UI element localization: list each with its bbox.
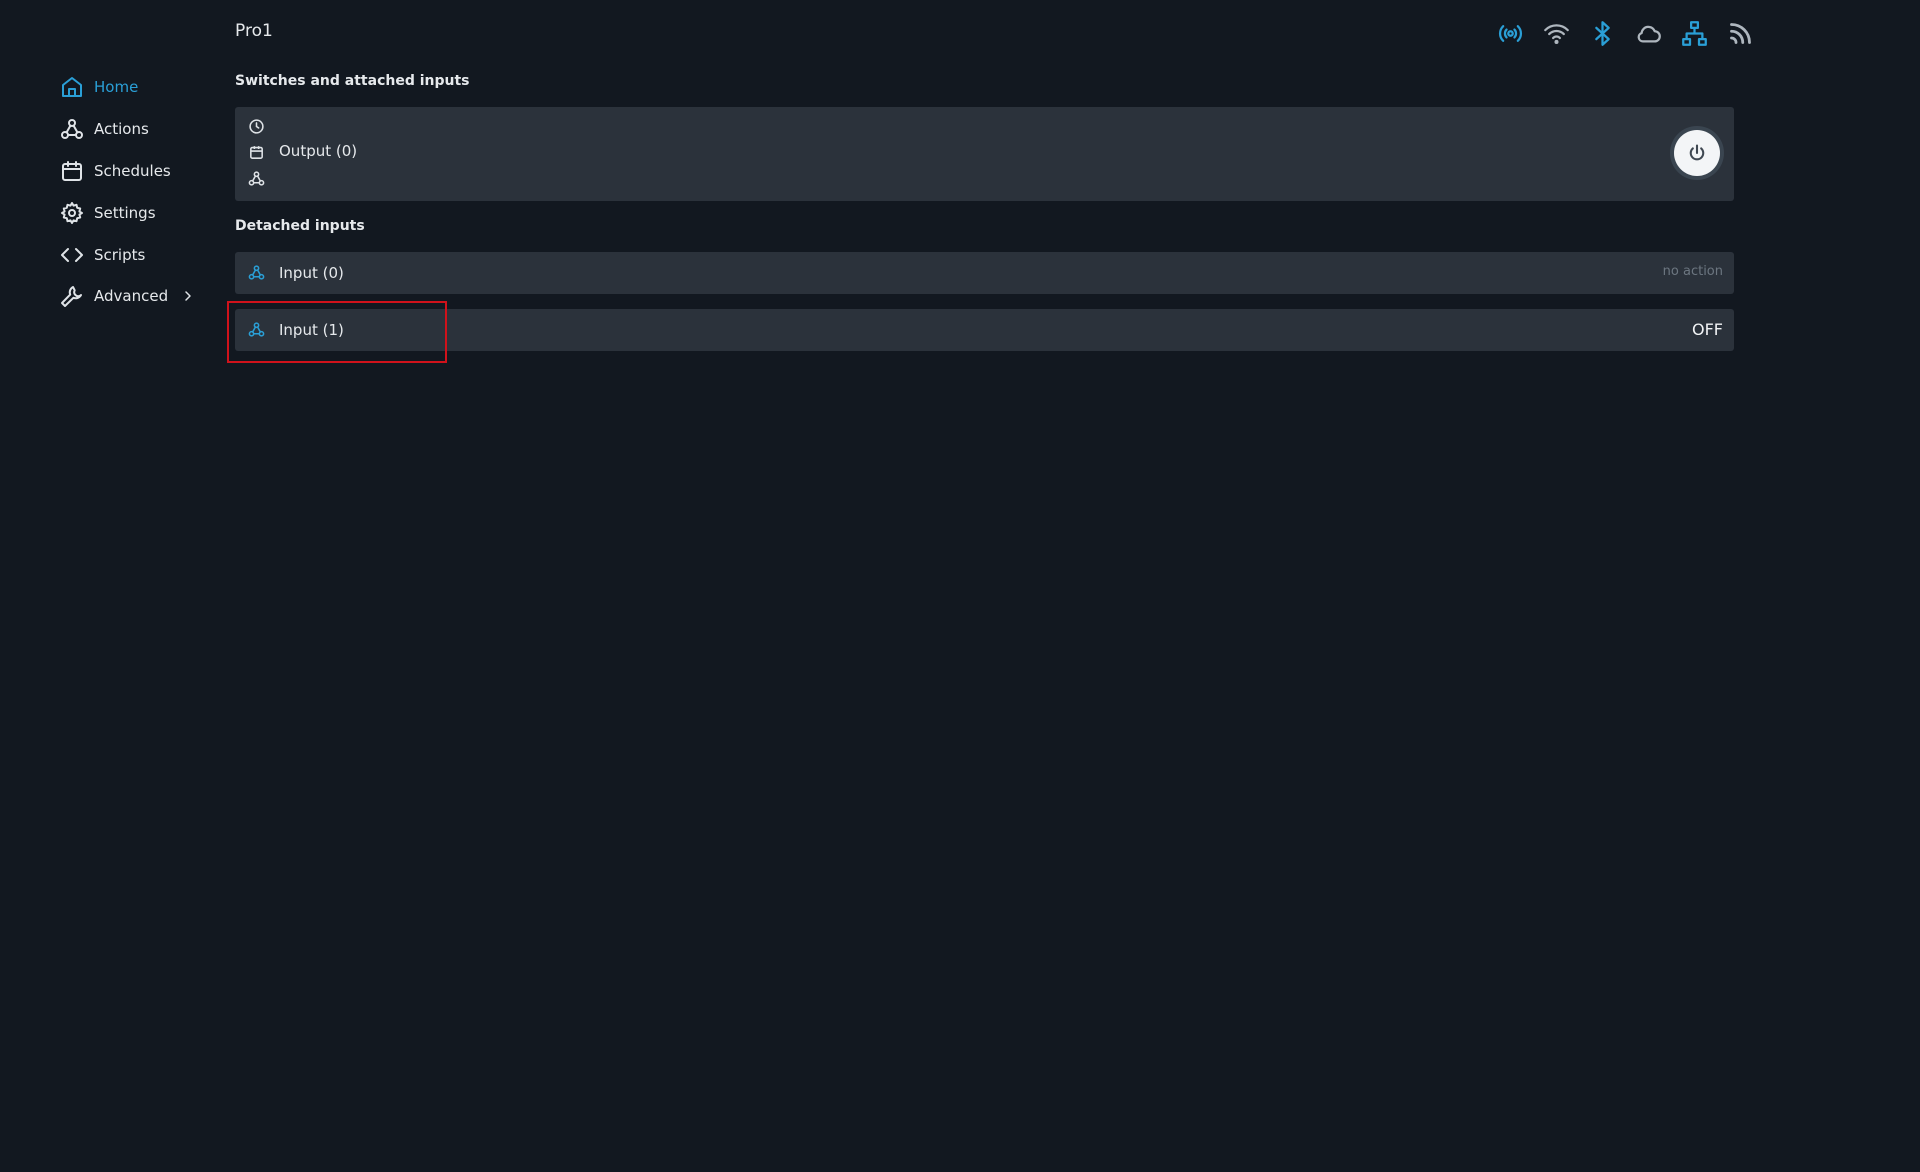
sidebar-item-scripts[interactable]: Scripts xyxy=(60,240,145,270)
detached-heading: Detached inputs xyxy=(235,218,365,234)
page-title: Pro1 xyxy=(235,21,273,41)
gear-icon xyxy=(61,202,83,224)
input-label: Input (0) xyxy=(279,264,344,282)
sidebar-item-advanced[interactable]: Advanced xyxy=(60,281,194,311)
sidebar-item-label: Scripts xyxy=(94,246,146,264)
rss-icon[interactable] xyxy=(1727,20,1754,47)
sidebar-item-home[interactable]: Home xyxy=(60,72,138,102)
output-card[interactable]: Output (0) xyxy=(235,107,1734,201)
power-toggle-button[interactable] xyxy=(1674,130,1720,176)
sidebar-item-label: Schedules xyxy=(94,162,171,180)
sidebar-item-label: Settings xyxy=(94,204,156,222)
code-icon xyxy=(61,248,83,262)
input-state: OFF xyxy=(1692,320,1723,339)
webhook-icon xyxy=(61,119,83,139)
webhook-icon xyxy=(248,264,265,281)
sidebar-item-settings[interactable]: Settings xyxy=(60,198,156,228)
clock-icon xyxy=(248,118,265,135)
sidebar-item-label: Home xyxy=(94,78,139,96)
wifi-icon[interactable] xyxy=(1543,20,1570,47)
input-state: no action xyxy=(1662,264,1723,279)
calendar-icon xyxy=(62,161,82,181)
webhook-icon xyxy=(248,170,265,187)
broadcast-icon[interactable] xyxy=(1497,20,1524,47)
input-row-0[interactable]: Input (0) no action xyxy=(235,252,1734,294)
bluetooth-icon[interactable] xyxy=(1589,20,1616,47)
sidebar-item-label: Advanced xyxy=(94,287,169,305)
wrench-icon xyxy=(61,286,82,307)
chevron-right-icon xyxy=(185,291,191,301)
input-label: Input (1) xyxy=(279,321,344,339)
home-icon xyxy=(62,77,82,97)
sidebar-item-actions[interactable]: Actions xyxy=(60,114,149,144)
output-label: Output (0) xyxy=(279,142,358,160)
cloud-icon[interactable] xyxy=(1635,20,1662,47)
network-icon[interactable] xyxy=(1681,20,1708,47)
power-icon xyxy=(1689,144,1705,161)
status-bar xyxy=(1497,20,1754,47)
switches-heading: Switches and attached inputs xyxy=(235,73,470,89)
input-row-1[interactable]: Input (1) OFF xyxy=(235,309,1734,351)
sidebar-item-schedules[interactable]: Schedules xyxy=(60,156,171,186)
calendar-icon xyxy=(248,144,265,161)
webhook-icon xyxy=(248,321,265,338)
sidebar-item-label: Actions xyxy=(94,120,149,138)
